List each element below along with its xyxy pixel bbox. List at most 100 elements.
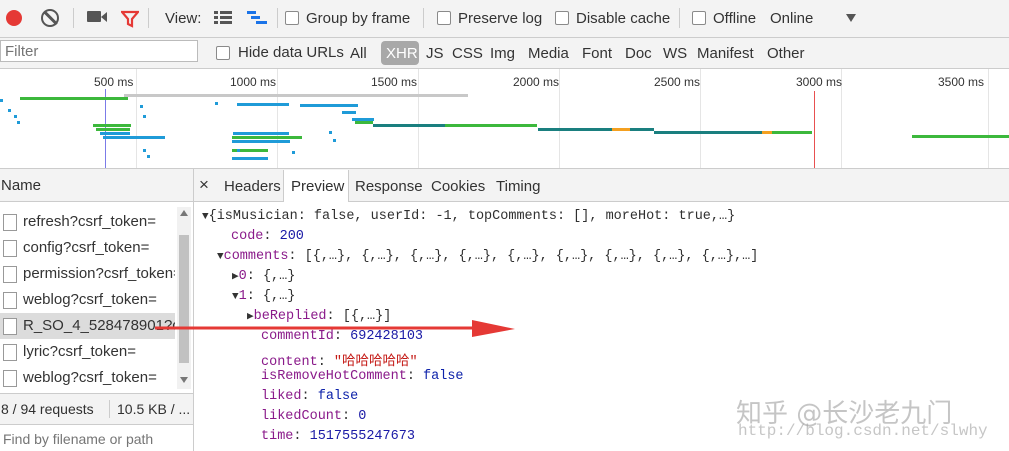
waterfall-bar: [0, 99, 3, 102]
name-header-label: Name: [1, 177, 42, 194]
capture-screenshots-button[interactable]: [87, 11, 107, 22]
request-name: weblog?csrf_token=: [23, 369, 157, 386]
request-name: config?csrf_token=: [23, 239, 150, 256]
type-filter-font[interactable]: Font: [582, 45, 612, 62]
request-name: permission?csrf_token=: [23, 265, 175, 282]
file-icon: [3, 318, 17, 335]
type-filter-manifest[interactable]: Manifest: [697, 45, 754, 62]
waterfall-bar: [333, 139, 336, 142]
json-value: 0: [358, 409, 367, 424]
close-icon[interactable]: ×: [199, 175, 209, 195]
grid-line: [988, 69, 989, 168]
waterfall-bar: [538, 128, 612, 131]
waterfall-bar: [143, 115, 146, 118]
tick-3500ms: 3500 ms: [938, 75, 985, 89]
timeline-overview[interactable]: 500 ms 1000 ms 1500 ms 2000 ms 2500 ms 3…: [0, 69, 1009, 169]
json-root-row[interactable]: ▼{isMusician: false, userId: -1, topComm…: [202, 209, 735, 224]
request-row[interactable]: lyric?csrf_token=: [0, 339, 175, 365]
request-row[interactable]: config?csrf_token=: [0, 235, 175, 261]
request-row[interactable]: permission?csrf_token=: [0, 261, 175, 287]
waterfall-bar: [20, 97, 128, 100]
request-name: weblog?csrf_token=: [23, 291, 157, 308]
scroll-up-arrow[interactable]: [180, 210, 188, 216]
group-by-frame-checkbox[interactable]: [285, 11, 299, 25]
waterfall-bar: [772, 131, 812, 134]
preserve-log-checkbox[interactable]: [437, 11, 451, 25]
waterfall-bar: [232, 136, 302, 139]
request-detail-panel: × Headers Preview Response Cookies Timin…: [194, 169, 1009, 451]
tick-1500ms: 1500 ms: [371, 75, 418, 89]
json-row: likedCount: 0: [261, 409, 367, 424]
tab-preview[interactable]: Preview: [283, 170, 349, 202]
offline-checkbox[interactable]: [692, 11, 706, 25]
json-item-row[interactable]: ▼1: {,…}: [232, 289, 295, 304]
json-value: false: [423, 369, 464, 384]
file-icon: [3, 344, 17, 361]
chevron-down-icon[interactable]: [846, 14, 856, 22]
waterfall-bar: [232, 157, 268, 160]
expand-down-icon[interactable]: ▼: [202, 211, 209, 223]
expand-down-icon[interactable]: ▼: [232, 291, 239, 303]
waterfall-bar: [373, 124, 445, 127]
tab-timing[interactable]: Timing: [496, 178, 540, 195]
request-row[interactable]: weblog?csrf_token=: [0, 365, 175, 391]
json-row: content: "哈哈哈哈哈": [261, 355, 418, 370]
waterfall-view-button[interactable]: [247, 11, 267, 25]
disable-cache-checkbox[interactable]: [555, 11, 569, 25]
request-list-scrollbar[interactable]: [177, 207, 191, 389]
type-filter-all[interactable]: All: [350, 45, 367, 62]
tab-response[interactable]: Response: [355, 178, 423, 195]
type-filter-doc[interactable]: Doc: [625, 45, 652, 62]
throttling-select[interactable]: Online: [770, 10, 813, 27]
waterfall-bar: [292, 151, 295, 154]
detail-tabs: × Headers Preview Response Cookies Timin…: [194, 169, 1009, 202]
scroll-down-arrow[interactable]: [180, 377, 188, 383]
waterfall-bar: [147, 155, 150, 158]
watermark-url: http://blog.csdn.net/slwhy: [738, 422, 988, 440]
expand-down-icon[interactable]: ▼: [217, 251, 224, 263]
type-filter-media[interactable]: Media: [528, 45, 569, 62]
type-filter-img[interactable]: Img: [490, 45, 515, 62]
record-button[interactable]: [6, 10, 22, 26]
json-key: likedCount: [261, 409, 343, 424]
annotation-arrow: [155, 320, 515, 337]
type-filter-css[interactable]: CSS: [452, 45, 483, 62]
waterfall-bar: [103, 136, 165, 139]
request-name: lyric?csrf_token=: [23, 343, 136, 360]
filter-toggle-button[interactable]: [119, 10, 141, 28]
name-column-header[interactable]: Name: [0, 169, 193, 202]
json-value: [{,…}, {,…}, {,…}, {,…}, {,…}, {,…}, {,……: [304, 249, 759, 264]
type-filter-js[interactable]: JS: [426, 45, 444, 62]
request-list-panel: Name refresh?csrf_token= config?csrf_tok…: [0, 169, 194, 451]
disable-cache-label: Disable cache: [576, 10, 671, 27]
find-input[interactable]: [0, 427, 193, 451]
type-filter-xhr[interactable]: XHR: [381, 41, 419, 65]
filter-input[interactable]: [0, 40, 198, 62]
json-row: isRemoveHotComment: false: [261, 369, 464, 384]
json-comments-row[interactable]: ▼comments: [{,…}, {,…}, {,…}, {,…}, {,…}…: [217, 249, 758, 264]
tick-2000ms: 2000 ms: [513, 75, 560, 89]
waterfall-bar: [14, 115, 17, 118]
offline-label: Offline: [713, 10, 757, 27]
large-rows-button[interactable]: [214, 11, 232, 25]
json-key: comments: [223, 249, 289, 264]
request-row[interactable]: refresh?csrf_token=: [0, 209, 175, 235]
tab-cookies[interactable]: Cookies: [431, 178, 485, 195]
grid-line: [559, 69, 560, 168]
request-row[interactable]: weblog?csrf_token=: [0, 287, 175, 313]
waterfall-bar: [143, 149, 146, 152]
type-filter-ws[interactable]: WS: [663, 45, 687, 62]
json-row: liked: false: [261, 389, 359, 404]
request-row-selected[interactable]: R_SO_4_528478901?csr: [0, 313, 175, 339]
expand-right-icon[interactable]: ▶: [232, 271, 239, 283]
type-filter-other[interactable]: Other: [767, 45, 805, 62]
json-value: 1517555247673: [309, 429, 415, 444]
tick-500ms: 500 ms: [94, 75, 134, 89]
hide-data-urls-checkbox[interactable]: [216, 46, 230, 60]
json-value: {,…}: [262, 289, 296, 304]
clear-button[interactable]: [41, 9, 59, 27]
json-item-row[interactable]: ▶0: {,…}: [232, 269, 295, 284]
tab-headers[interactable]: Headers: [224, 178, 281, 195]
waterfall-bar: [215, 102, 218, 105]
list-view-icon: [214, 11, 232, 24]
